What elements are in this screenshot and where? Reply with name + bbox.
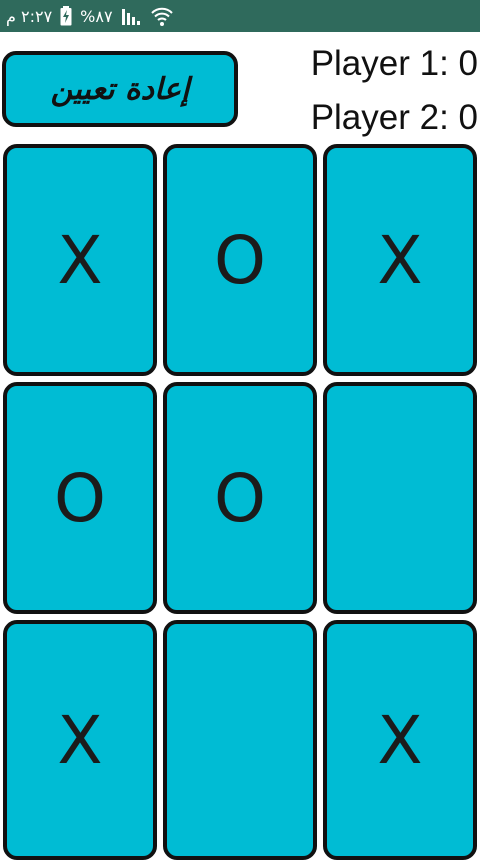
board-cell-r3-c2[interactable] xyxy=(163,620,317,860)
board-cell-r3-c1[interactable]: X xyxy=(3,620,157,860)
board-cell-r1-c2[interactable]: O xyxy=(163,144,317,376)
board-cell-r1-c1[interactable]: X xyxy=(3,144,157,376)
wifi-icon xyxy=(150,5,173,27)
player2-score: Player 2: 0 xyxy=(310,98,478,137)
battery-charging-icon xyxy=(60,6,72,26)
signal-icon xyxy=(121,6,143,26)
reset-button[interactable]: إعادة تعيين xyxy=(2,51,238,127)
game-board: X O X O O X X xyxy=(3,144,479,860)
battery-percent: %٨٧ xyxy=(80,6,113,26)
board-cell-r2-c3[interactable] xyxy=(323,382,477,614)
board-cell-r1-c3[interactable]: X xyxy=(323,144,477,376)
board-cell-r2-c2[interactable]: O xyxy=(163,382,317,614)
status-bar: ٢:٢٧ م %٨٧ xyxy=(0,0,480,32)
status-time: ٢:٢٧ م xyxy=(6,6,53,26)
board-cell-r2-c1[interactable]: O xyxy=(3,382,157,614)
player1-score: Player 1: 0 xyxy=(310,44,478,83)
status-left-group: ٢:٢٧ م %٨٧ xyxy=(6,4,173,28)
board-cell-r3-c3[interactable]: X xyxy=(323,620,477,860)
